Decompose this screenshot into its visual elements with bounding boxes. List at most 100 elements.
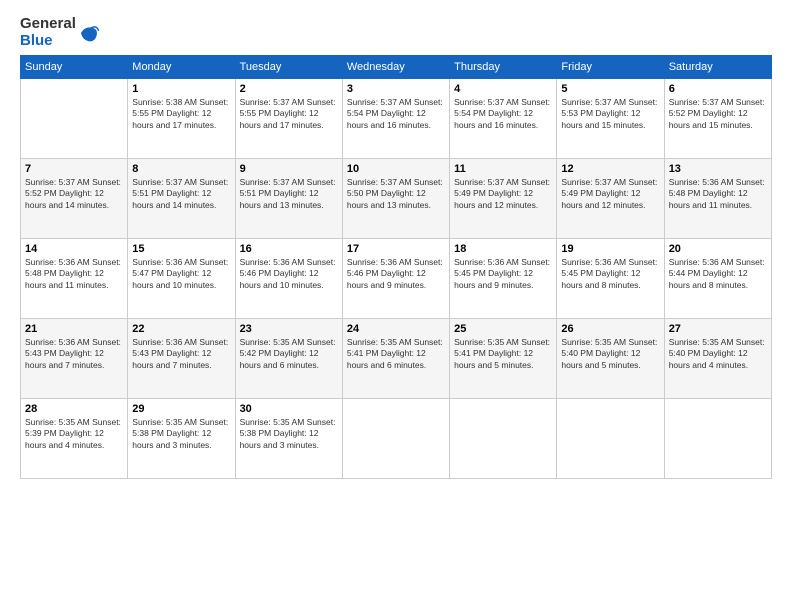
day-number: 20 <box>669 243 767 255</box>
day-number: 17 <box>347 243 445 255</box>
day-info: Sunrise: 5:36 AM Sunset: 5:45 PM Dayligh… <box>454 257 552 291</box>
week-row-5: 28 Sunrise: 5:35 AM Sunset: 5:39 PM Dayli… <box>21 399 772 479</box>
header: GeneralBlue <box>20 16 772 47</box>
day-info: Sunrise: 5:38 AM Sunset: 5:55 PM Dayligh… <box>132 97 230 131</box>
calendar-cell: 26Sunrise: 5:35 AM Sunset: 5:40 PM Dayli… <box>557 319 664 399</box>
logo-text: GeneralBlue <box>20 16 76 49</box>
day-info: Sunrise: 5:37 AM Sunset: 5:55 PM Dayligh… <box>240 97 338 131</box>
calendar-cell <box>664 399 771 479</box>
calendar-cell: 7 Sunrise: 5:37 AM Sunset: 5:52 PM Daylig… <box>21 159 128 239</box>
day-info: Sunrise: 5:36 AM Sunset: 5:43 PM Dayligh… <box>25 337 123 371</box>
day-number: 30 <box>240 403 338 415</box>
col-header-monday: Monday <box>128 56 235 79</box>
col-header-thursday: Thursday <box>450 56 557 79</box>
day-info: Sunrise: 5:36 AM Sunset: 5:45 PM Dayligh… <box>561 257 659 291</box>
day-info: Sunrise: 5:36 AM Sunset: 5:44 PM Dayligh… <box>669 257 767 291</box>
calendar-cell <box>450 399 557 479</box>
calendar-cell <box>342 399 449 479</box>
day-number: 15 <box>132 243 230 255</box>
day-number: 23 <box>240 323 338 335</box>
day-number: 9 <box>240 163 338 175</box>
calendar-cell: 8 Sunrise: 5:37 AM Sunset: 5:51 PM Daylig… <box>128 159 235 239</box>
col-header-wednesday: Wednesday <box>342 56 449 79</box>
day-info: Sunrise: 5:35 AM Sunset: 5:40 PM Dayligh… <box>561 337 659 371</box>
calendar-cell: 4 Sunrise: 5:37 AM Sunset: 5:54 PM Daylig… <box>450 79 557 159</box>
calendar-cell: 12 Sunrise: 5:37 AM Sunset: 5:49 PM Dayli… <box>557 159 664 239</box>
calendar-cell: 18 Sunrise: 5:36 AM Sunset: 5:45 PM Dayli… <box>450 239 557 319</box>
logo-icon <box>78 22 100 44</box>
col-header-saturday: Saturday <box>664 56 771 79</box>
calendar-cell: 24 Sunrise: 5:35 AM Sunset: 5:41 PM Dayli… <box>342 319 449 399</box>
logo: GeneralBlue <box>20 16 100 47</box>
day-number: 19 <box>561 243 659 255</box>
day-number: 2 <box>240 83 338 95</box>
calendar-cell: 6Sunrise: 5:37 AM Sunset: 5:52 PM Daylig… <box>664 79 771 159</box>
day-info: Sunrise: 5:37 AM Sunset: 5:52 PM Dayligh… <box>25 177 123 211</box>
day-number: 11 <box>454 163 552 175</box>
calendar-cell: 30 Sunrise: 5:35 AM Sunset: 5:38 PM Dayli… <box>235 399 342 479</box>
calendar-cell <box>557 399 664 479</box>
day-info: Sunrise: 5:37 AM Sunset: 5:50 PM Dayligh… <box>347 177 445 211</box>
day-number: 24 <box>347 323 445 335</box>
calendar-cell: 29 Sunrise: 5:35 AM Sunset: 5:38 PM Dayli… <box>128 399 235 479</box>
day-info: Sunrise: 5:35 AM Sunset: 5:42 PM Dayligh… <box>240 337 338 371</box>
day-info: Sunrise: 5:37 AM Sunset: 5:53 PM Dayligh… <box>561 97 659 131</box>
calendar-cell: 9 Sunrise: 5:37 AM Sunset: 5:51 PM Daylig… <box>235 159 342 239</box>
calendar-cell: 21 Sunrise: 5:36 AM Sunset: 5:43 PM Dayli… <box>21 319 128 399</box>
calendar-table: SundayMondayTuesdayWednesdayThursdayFrid… <box>20 55 772 479</box>
day-info: Sunrise: 5:35 AM Sunset: 5:38 PM Dayligh… <box>132 417 230 451</box>
week-row-4: 21 Sunrise: 5:36 AM Sunset: 5:43 PM Dayli… <box>21 319 772 399</box>
col-header-sunday: Sunday <box>21 56 128 79</box>
day-number: 14 <box>25 243 123 255</box>
calendar-cell: 14 Sunrise: 5:36 AM Sunset: 5:48 PM Dayli… <box>21 239 128 319</box>
calendar-cell: 23 Sunrise: 5:35 AM Sunset: 5:42 PM Dayli… <box>235 319 342 399</box>
day-number: 18 <box>454 243 552 255</box>
day-info: Sunrise: 5:37 AM Sunset: 5:49 PM Dayligh… <box>454 177 552 211</box>
calendar-cell: 19 Sunrise: 5:36 AM Sunset: 5:45 PM Dayli… <box>557 239 664 319</box>
day-info: Sunrise: 5:35 AM Sunset: 5:41 PM Dayligh… <box>347 337 445 371</box>
day-info: Sunrise: 5:37 AM Sunset: 5:49 PM Dayligh… <box>561 177 659 211</box>
week-row-3: 14 Sunrise: 5:36 AM Sunset: 5:48 PM Dayli… <box>21 239 772 319</box>
calendar-cell: 25Sunrise: 5:35 AM Sunset: 5:41 PM Dayli… <box>450 319 557 399</box>
calendar-cell: 16 Sunrise: 5:36 AM Sunset: 5:46 PM Dayli… <box>235 239 342 319</box>
day-number: 6 <box>669 83 767 95</box>
day-info: Sunrise: 5:36 AM Sunset: 5:48 PM Dayligh… <box>25 257 123 291</box>
header-row: SundayMondayTuesdayWednesdayThursdayFrid… <box>21 56 772 79</box>
day-info: Sunrise: 5:36 AM Sunset: 5:46 PM Dayligh… <box>347 257 445 291</box>
day-number: 8 <box>132 163 230 175</box>
day-number: 4 <box>454 83 552 95</box>
calendar-cell: 10 Sunrise: 5:37 AM Sunset: 5:50 PM Dayli… <box>342 159 449 239</box>
day-info: Sunrise: 5:35 AM Sunset: 5:40 PM Dayligh… <box>669 337 767 371</box>
week-row-2: 7 Sunrise: 5:37 AM Sunset: 5:52 PM Daylig… <box>21 159 772 239</box>
day-info: Sunrise: 5:35 AM Sunset: 5:39 PM Dayligh… <box>25 417 123 451</box>
day-number: 10 <box>347 163 445 175</box>
day-number: 16 <box>240 243 338 255</box>
week-row-1: 1 Sunrise: 5:38 AM Sunset: 5:55 PM Daylig… <box>21 79 772 159</box>
day-number: 21 <box>25 323 123 335</box>
day-number: 5 <box>561 83 659 95</box>
calendar-cell: 28 Sunrise: 5:35 AM Sunset: 5:39 PM Dayli… <box>21 399 128 479</box>
day-info: Sunrise: 5:36 AM Sunset: 5:46 PM Dayligh… <box>240 257 338 291</box>
day-info: Sunrise: 5:37 AM Sunset: 5:54 PM Dayligh… <box>454 97 552 131</box>
day-info: Sunrise: 5:37 AM Sunset: 5:54 PM Dayligh… <box>347 97 445 131</box>
day-info: Sunrise: 5:37 AM Sunset: 5:51 PM Dayligh… <box>240 177 338 211</box>
calendar-cell: 3 Sunrise: 5:37 AM Sunset: 5:54 PM Daylig… <box>342 79 449 159</box>
calendar-cell: 15Sunrise: 5:36 AM Sunset: 5:47 PM Dayli… <box>128 239 235 319</box>
day-info: Sunrise: 5:35 AM Sunset: 5:41 PM Dayligh… <box>454 337 552 371</box>
day-number: 12 <box>561 163 659 175</box>
day-info: Sunrise: 5:36 AM Sunset: 5:48 PM Dayligh… <box>669 177 767 211</box>
col-header-friday: Friday <box>557 56 664 79</box>
calendar-cell: 22Sunrise: 5:36 AM Sunset: 5:43 PM Dayli… <box>128 319 235 399</box>
calendar-cell: 27Sunrise: 5:35 AM Sunset: 5:40 PM Dayli… <box>664 319 771 399</box>
col-header-tuesday: Tuesday <box>235 56 342 79</box>
day-info: Sunrise: 5:35 AM Sunset: 5:38 PM Dayligh… <box>240 417 338 451</box>
calendar-cell: 1 Sunrise: 5:38 AM Sunset: 5:55 PM Daylig… <box>128 79 235 159</box>
day-number: 29 <box>132 403 230 415</box>
calendar-cell: 13Sunrise: 5:36 AM Sunset: 5:48 PM Dayli… <box>664 159 771 239</box>
day-number: 7 <box>25 163 123 175</box>
day-number: 28 <box>25 403 123 415</box>
calendar-cell: 2 Sunrise: 5:37 AM Sunset: 5:55 PM Daylig… <box>235 79 342 159</box>
day-number: 3 <box>347 83 445 95</box>
day-number: 1 <box>132 83 230 95</box>
day-info: Sunrise: 5:37 AM Sunset: 5:51 PM Dayligh… <box>132 177 230 211</box>
